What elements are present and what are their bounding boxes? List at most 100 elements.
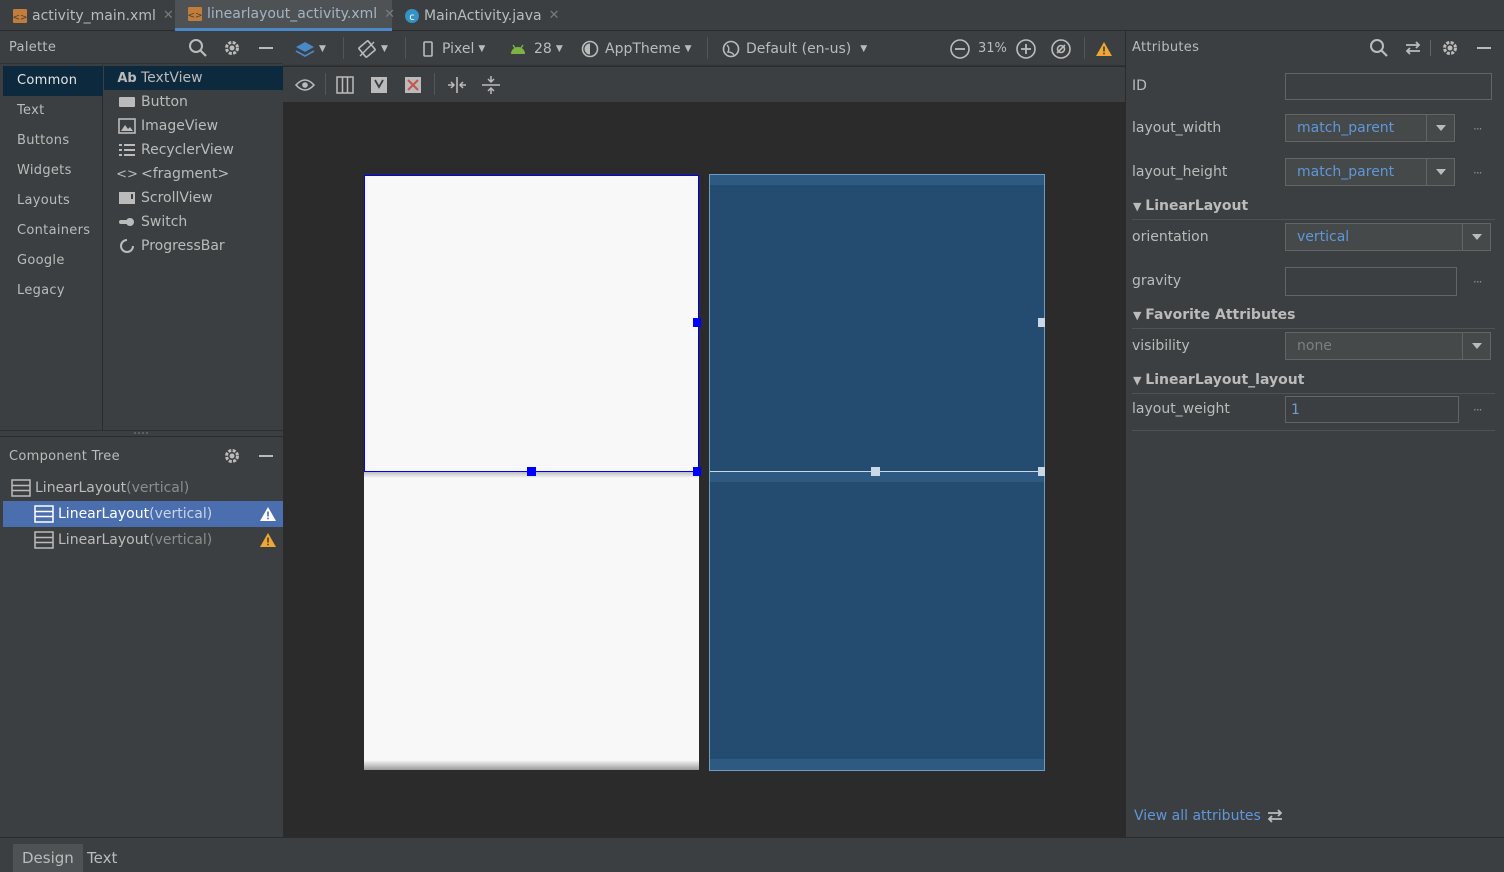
component-tree-title: Component Tree [9,449,120,464]
progressbar-icon [118,238,136,254]
theme-dropdown[interactable]: AppTheme ▼ [581,31,692,66]
gear-icon[interactable] [222,446,242,466]
split-view-button[interactable] [336,67,354,102]
gear-icon[interactable] [222,38,242,58]
orientation-dropdown[interactable]: vertical [1285,223,1491,251]
more-options-icon[interactable]: ··· [1473,166,1483,180]
tree-node-root[interactable]: LinearLayout (vertical) [3,475,283,501]
device-dropdown[interactable]: Pixel ▼ [422,31,485,66]
widget-fragment[interactable]: <> <fragment> [104,162,283,186]
category-legacy[interactable]: Legacy [3,276,103,306]
orientation-value: vertical [1297,229,1350,245]
distribute-vertical-button[interactable] [481,67,501,102]
device-label: Pixel [442,40,475,57]
section-linearlayout-layout[interactable]: ▼ LinearLayout_layout [1133,372,1304,388]
warning-icon[interactable] [259,532,277,548]
zoom-in-button[interactable] [1015,31,1037,66]
widget-textview[interactable]: Ab TextView [104,66,283,90]
panel-splitter[interactable] [0,430,283,436]
more-options-icon[interactable]: ··· [1473,403,1483,417]
node-orientation: (vertical) [149,506,213,522]
api-level-dropdown[interactable]: 28 ▼ [509,31,563,66]
tree-node-child-1[interactable]: LinearLayout (vertical) [3,501,283,527]
zoom-out-button[interactable] [949,31,971,66]
more-options-icon[interactable]: ··· [1473,122,1483,136]
linearlayout-icon [34,505,54,523]
tab-linearlayout-activity[interactable]: <> linearlayout_activity.xml ✕ [175,0,395,31]
blueprint-handle-corner[interactable] [1038,467,1045,476]
search-icon[interactable] [1369,38,1389,58]
screen-bottom-shadow [364,760,699,770]
more-options-icon[interactable]: ··· [1473,275,1483,289]
orientation-dropdown[interactable]: ▼ [357,31,388,66]
button-icon [118,94,136,110]
section-favorite-attributes[interactable]: ▼ Favorite Attributes [1133,307,1295,323]
collapse-triangle-icon: ▼ [1133,374,1146,387]
category-containers[interactable]: Containers [3,216,103,246]
category-text[interactable]: Text [3,96,103,126]
locale-dropdown[interactable]: Default (en-us) ▼ [722,31,867,66]
widget-label: RecyclerView [141,142,234,158]
widget-switch[interactable]: Switch [104,210,283,234]
api-label: 28 [534,40,552,57]
minimize-icon[interactable] [1474,38,1494,58]
view-all-attributes-link[interactable]: View all attributes [1134,808,1284,824]
visibility-dropdown[interactable]: none [1285,332,1491,360]
blueprint-navigation-bar [710,759,1044,770]
chevron-down-icon[interactable] [1426,115,1454,141]
blueprint-handle-bottom[interactable] [871,467,880,476]
tab-main-activity[interactable]: c MainActivity.java ✕ [392,0,564,31]
close-icon[interactable]: ✕ [549,8,560,23]
resize-handle-bottom[interactable] [527,467,536,476]
widget-button[interactable]: Button [104,90,283,114]
category-layouts[interactable]: Layouts [3,186,103,216]
section-divider [1132,328,1495,329]
category-common[interactable]: Common [3,66,103,96]
gear-icon[interactable] [1440,38,1460,58]
chevron-down-icon[interactable] [1426,159,1454,185]
section-linearlayout[interactable]: ▼ LinearLayout [1133,198,1248,214]
design-surface-dropdown[interactable]: ▼ [295,31,326,66]
resize-handle-right[interactable] [693,318,701,327]
chevron-down-icon[interactable] [1462,224,1490,250]
issues-warning-button[interactable] [1095,31,1113,66]
gravity-input[interactable] [1285,267,1457,296]
category-buttons[interactable]: Buttons [3,126,103,156]
svg-text:<>: <> [12,13,27,23]
swap-view-icon[interactable] [1403,38,1423,58]
layout-height-dropdown[interactable]: match_parent [1285,158,1455,186]
widget-imageview[interactable]: ImageView [104,114,283,138]
clear-constraints-button[interactable] [404,67,422,102]
chevron-down-icon[interactable] [1462,333,1490,359]
distribute-horizontal-button[interactable] [447,67,467,102]
warning-icon[interactable] [259,506,277,522]
close-icon[interactable]: ✕ [163,8,174,23]
widget-progressbar[interactable]: ProgressBar [104,234,283,258]
minimize-icon[interactable] [256,446,276,466]
selected-child-layout-outline[interactable] [364,175,699,472]
node-label: LinearLayout [58,506,150,522]
tab-text[interactable]: Text [78,844,126,872]
palette-category-list: Common Text Buttons Widgets Layouts Cont… [3,65,103,430]
category-widgets[interactable]: Widgets [3,156,103,186]
blueprint-handle-right[interactable] [1038,318,1045,327]
palette-widget-list: Ab TextView Button ImageView RecyclerVie… [104,65,283,430]
widget-recyclerview[interactable]: RecyclerView [104,138,283,162]
resize-handle-corner[interactable] [693,467,701,476]
zoom-to-fit-button[interactable] [1050,31,1072,66]
id-input[interactable] [1285,73,1492,100]
category-google[interactable]: Google [3,246,103,276]
layout-width-dropdown[interactable]: match_parent [1285,114,1455,142]
tab-design[interactable]: Design [13,844,83,872]
gravity-label: gravity [1132,273,1182,289]
view-options-button[interactable] [295,67,315,102]
layout-weight-input[interactable]: 1 [1285,396,1459,423]
attributes-title: Attributes [1132,40,1200,55]
tree-node-child-2[interactable]: LinearLayout (vertical) [3,527,283,553]
search-icon[interactable] [188,38,208,58]
widget-scrollview[interactable]: ScrollView [104,186,283,210]
minimize-icon[interactable] [256,38,276,58]
xml-layout-icon: <> [12,8,28,24]
autoconnect-button[interactable] [370,67,388,102]
tab-activity-main[interactable]: <> activity_main.xml ✕ [0,0,173,31]
